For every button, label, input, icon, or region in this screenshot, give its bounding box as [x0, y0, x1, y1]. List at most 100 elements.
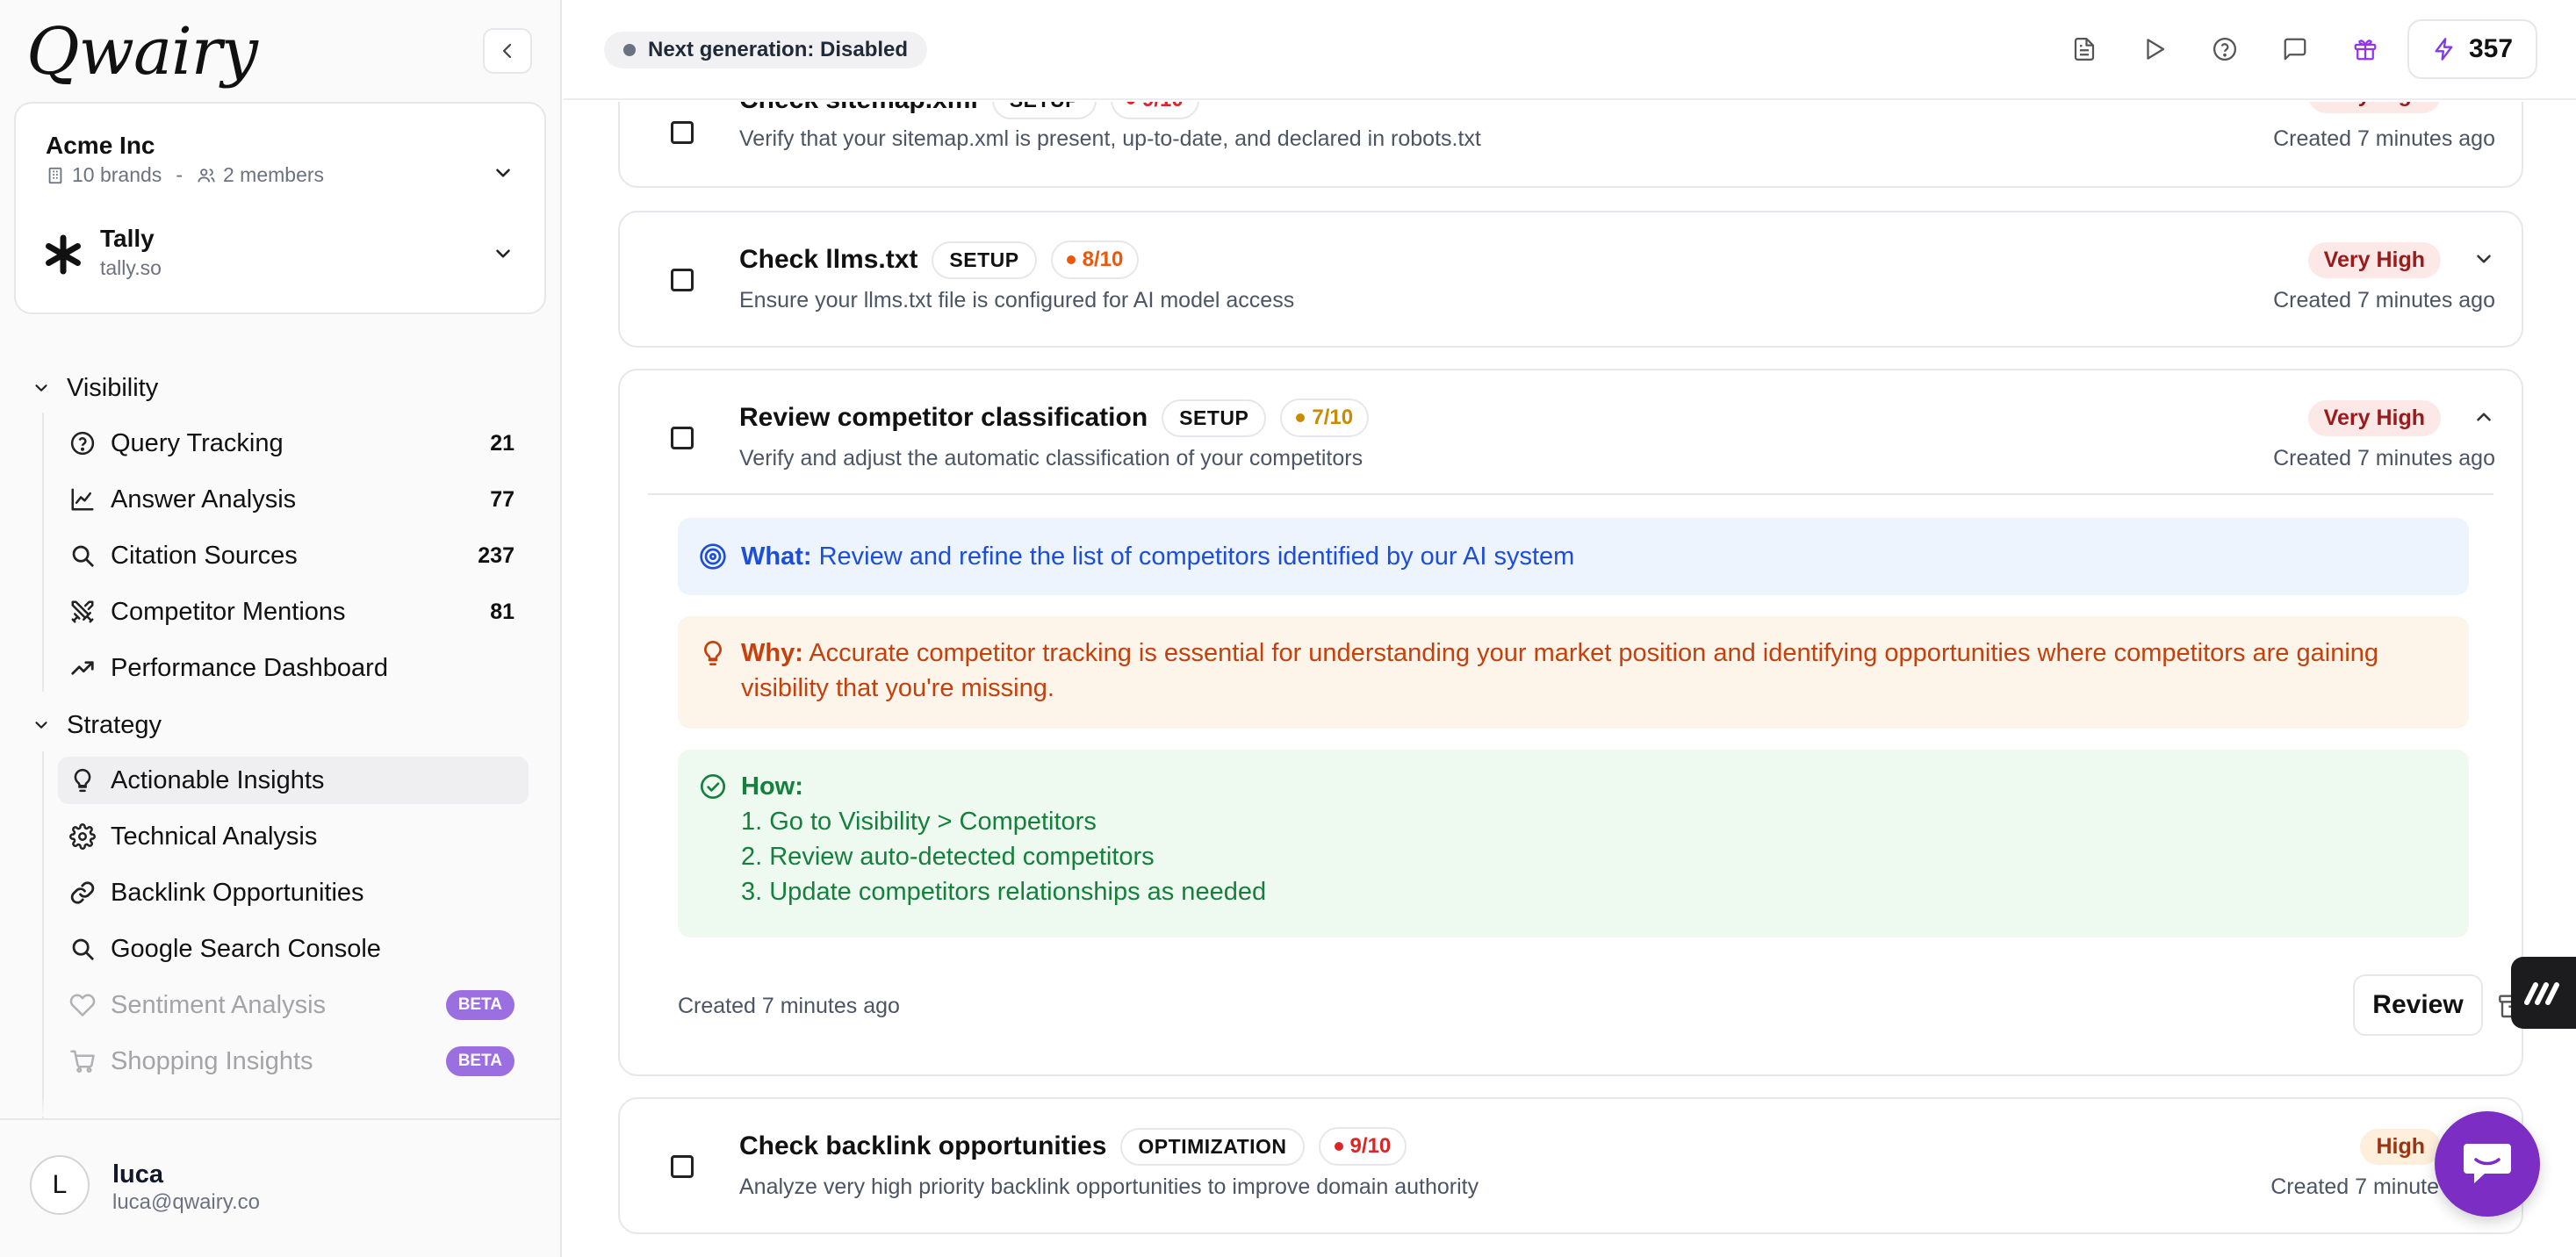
review-button[interactable]: Review: [2353, 974, 2483, 1036]
sidebar-item-performance-dashboard[interactable]: Performance Dashboard: [58, 644, 529, 692]
sidebar-item-citation-sources[interactable]: Citation Sources 237: [58, 532, 529, 579]
brand-switcher[interactable]: Tally tally.so: [16, 205, 544, 302]
task-description: Analyze very high priority backlink oppo…: [739, 1174, 1479, 1199]
org-name: Acme Inc: [46, 132, 155, 159]
lightbulb-icon: [704, 641, 722, 665]
task-created-time: Created 7 minutes ago: [2273, 126, 2495, 151]
chevron-down-icon[interactable]: [2472, 102, 2495, 104]
org-brand-count: 10 brands: [72, 163, 162, 186]
lightning-icon: [2435, 38, 2453, 61]
score-tag: 9/10: [1110, 102, 1199, 119]
task-card[interactable]: Check backlink opportunities OPTIMIZATIO…: [618, 1097, 2523, 1234]
nav-section-label: Visibility: [67, 373, 159, 402]
score-value: 9/10: [1142, 102, 1184, 112]
status-text: Next generation: Disabled: [648, 38, 909, 61]
user-email: luca@qwairy.co: [112, 1190, 260, 1214]
why-panel: Why: Accurate competitor tracking is ess…: [678, 616, 2469, 729]
top-bar: Next generation: Disabled 357: [564, 0, 2576, 100]
task-checkbox[interactable]: [671, 1155, 694, 1178]
org-meta: 10 brands - 2 members: [46, 163, 324, 187]
brand-domain: tally.so: [100, 256, 162, 279]
nav-tree-line: [42, 751, 44, 1120]
sidebar-item-shopping-insights[interactable]: Shopping Insights BETA: [58, 1038, 529, 1085]
priority-badge: Very High: [2307, 102, 2441, 113]
what-description: Review and refine the list of competitor…: [818, 542, 1575, 571]
crossed-swords-icon: [68, 598, 97, 626]
task-title-row: Review competitor classification SETUP 7…: [739, 399, 1370, 437]
sidebar-item-answer-analysis[interactable]: Answer Analysis 77: [58, 476, 529, 523]
credits-count: 357: [2468, 34, 2514, 63]
lightbulb-icon: [68, 766, 97, 794]
nav-section-visibility[interactable]: Visibility: [32, 367, 158, 409]
insights-list: Check sitemap.xml SETUP 9/10 Verify that…: [564, 102, 2576, 1238]
org-switcher[interactable]: Acme Inc 10 brands - 2 members: [16, 104, 544, 200]
gift-icon[interactable]: [2349, 33, 2381, 65]
category-tag: SETUP: [991, 102, 1097, 119]
help-circle-icon[interactable]: [2209, 33, 2241, 65]
priority-badge: Very High: [2307, 400, 2441, 436]
card-divider: [648, 493, 2493, 495]
beta-badge: BETA: [445, 990, 514, 1020]
sidebar-item-sentiment-analysis[interactable]: Sentiment Analysis BETA: [58, 981, 529, 1029]
sidebar-item-label: Competitor Mentions: [111, 597, 346, 626]
document-icon[interactable]: [2069, 33, 2100, 65]
category-tag: SETUP: [1162, 399, 1267, 437]
task-card[interactable]: Check sitemap.xml SETUP 9/10 Verify that…: [618, 102, 2523, 188]
side-widget-button[interactable]: [2511, 957, 2576, 1029]
sidebar-item-label: Performance Dashboard: [111, 653, 388, 682]
score-dot: [1296, 413, 1306, 422]
why-description: Accurate competitor tracking is essentia…: [741, 639, 2379, 702]
message-icon[interactable]: [2279, 33, 2311, 65]
score-tag: 9/10: [1318, 1127, 1407, 1166]
priority-badge: Very High: [2307, 242, 2441, 278]
score-tag: 7/10: [1280, 399, 1370, 437]
chevron-down-icon[interactable]: [2472, 248, 2495, 270]
task-created-time: Created 7 minutes ago: [2273, 288, 2495, 312]
shopping-cart-icon: [68, 1047, 97, 1075]
sidebar-item-backlink-opportunities[interactable]: Backlink Opportunities: [58, 869, 529, 916]
task-description: Verify that your sitemap.xml is present,…: [739, 126, 1481, 151]
how-label: How:: [741, 772, 803, 801]
sidebar-item-technical-analysis[interactable]: Technical Analysis: [58, 813, 529, 860]
help-circle-icon: [68, 429, 97, 457]
sidebar-item-query-tracking[interactable]: Query Tracking 21: [58, 420, 529, 467]
play-icon[interactable]: [2139, 33, 2170, 65]
priority-badge: High: [2360, 1129, 2441, 1165]
users-icon: [198, 168, 215, 182]
chat-launcher-button[interactable]: [2435, 1111, 2540, 1217]
what-label: What:: [741, 542, 812, 571]
sidebar-item-label: Google Search Console: [111, 934, 381, 963]
sidebar-item-label: Query Tracking: [111, 428, 284, 457]
trending-up-icon: [68, 654, 97, 682]
asterisk-brand-logo-icon: [46, 234, 81, 275]
sidebar-item-label: Citation Sources: [111, 541, 298, 570]
target-icon: [700, 543, 726, 570]
score-value: 7/10: [1312, 406, 1354, 429]
chevron-left-icon: [502, 43, 512, 59]
user-menu[interactable]: L luca luca@qwairy.co: [0, 1118, 560, 1257]
task-checkbox[interactable]: [671, 269, 694, 291]
sidebar: Qwairy Acme Inc 10 brands - 2 members Ta…: [0, 0, 562, 1257]
collapse-sidebar-button[interactable]: [483, 28, 532, 74]
task-title: Check llms.txt: [739, 245, 918, 274]
score-value: 8/10: [1082, 248, 1124, 271]
sidebar-item-actionable-insights[interactable]: Actionable Insights: [58, 757, 529, 804]
how-step: 3. Update competitors relationships as n…: [741, 878, 1267, 906]
sidebar-item-count: 77: [490, 486, 514, 512]
sidebar-item-competitor-mentions[interactable]: Competitor Mentions 81: [58, 588, 529, 636]
task-checkbox[interactable]: [671, 121, 694, 144]
sidebar-scroll-fade: [0, 1097, 560, 1117]
task-card[interactable]: Check llms.txt SETUP 8/10 Ensure your ll…: [618, 211, 2523, 348]
task-card-expanded[interactable]: Review competitor classification SETUP 7…: [618, 369, 2523, 1076]
app-logo[interactable]: Qwairy: [26, 12, 258, 91]
next-generation-status-badge: Next generation: Disabled: [604, 32, 928, 68]
credits-button[interactable]: 357: [2407, 19, 2537, 79]
sidebar-item-google-search-console[interactable]: Google Search Console: [58, 925, 529, 973]
task-description: Verify and adjust the automatic classifi…: [739, 446, 1364, 470]
nav-tree-line: [42, 413, 44, 692]
chevron-up-icon[interactable]: [2472, 406, 2495, 428]
heart-icon: [68, 991, 97, 1019]
nav-section-strategy[interactable]: Strategy: [32, 704, 162, 746]
sidebar-item-label: Technical Analysis: [111, 822, 318, 851]
task-checkbox[interactable]: [671, 427, 694, 449]
